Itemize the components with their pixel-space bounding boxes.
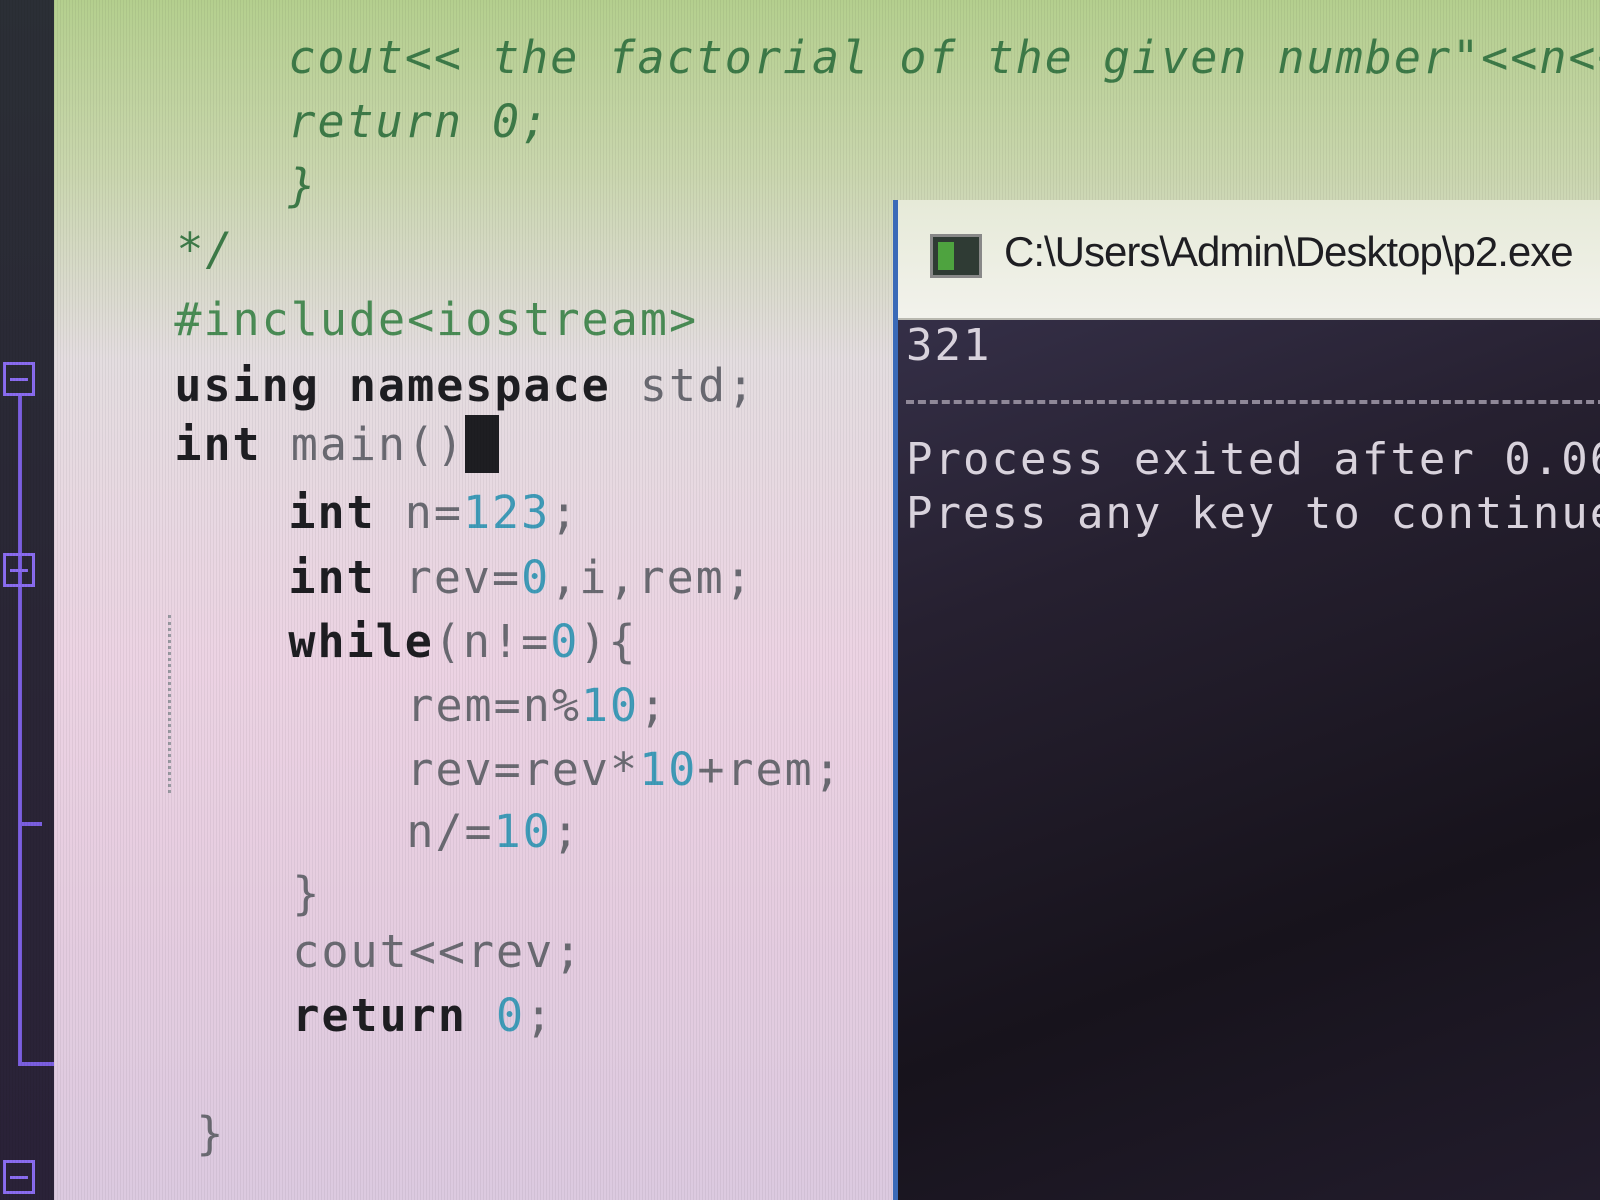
code-line: return 0;	[176, 926, 554, 1106]
fold-collapse-while[interactable]	[3, 553, 35, 587]
fold-end-while	[18, 822, 42, 826]
console-window[interactable]: C:\Users\Admin\Desktop\p2.exe 321 Proces…	[893, 200, 1600, 1200]
editor-gutter	[0, 0, 54, 1200]
comment-text: }	[288, 159, 318, 212]
identifier: +rem;	[697, 743, 843, 796]
fold-line	[18, 395, 22, 1065]
identifier: n/=	[406, 805, 494, 858]
code-line: }	[80, 1044, 225, 1200]
console-separator	[906, 400, 1600, 404]
punctuation: ;	[551, 805, 581, 858]
brace: }	[196, 1107, 226, 1160]
fold-collapse-main[interactable]	[3, 362, 35, 396]
console-continue-message: Press any key to continue	[906, 488, 1600, 539]
console-app-icon	[930, 234, 982, 278]
comment-text: return 0;	[288, 95, 551, 148]
console-output: 321	[906, 320, 992, 371]
fold-collapse-next[interactable]	[3, 1160, 35, 1194]
number-literal: 10	[493, 805, 552, 858]
number-literal: 0	[496, 989, 526, 1042]
console-title-bar[interactable]: C:\Users\Admin\Desktop\p2.exe	[898, 200, 1600, 320]
console-exit-message: Process exited after 0.06	[906, 434, 1600, 485]
punctuation: ;	[525, 989, 555, 1042]
fold-end-main	[18, 1062, 54, 1066]
console-title: C:\Users\Admin\Desktop\p2.exe	[1004, 228, 1574, 275]
keyword: return	[292, 989, 467, 1042]
indent-guide	[168, 615, 171, 793]
number-literal: 10	[639, 743, 698, 796]
identifier: std;	[610, 359, 757, 412]
